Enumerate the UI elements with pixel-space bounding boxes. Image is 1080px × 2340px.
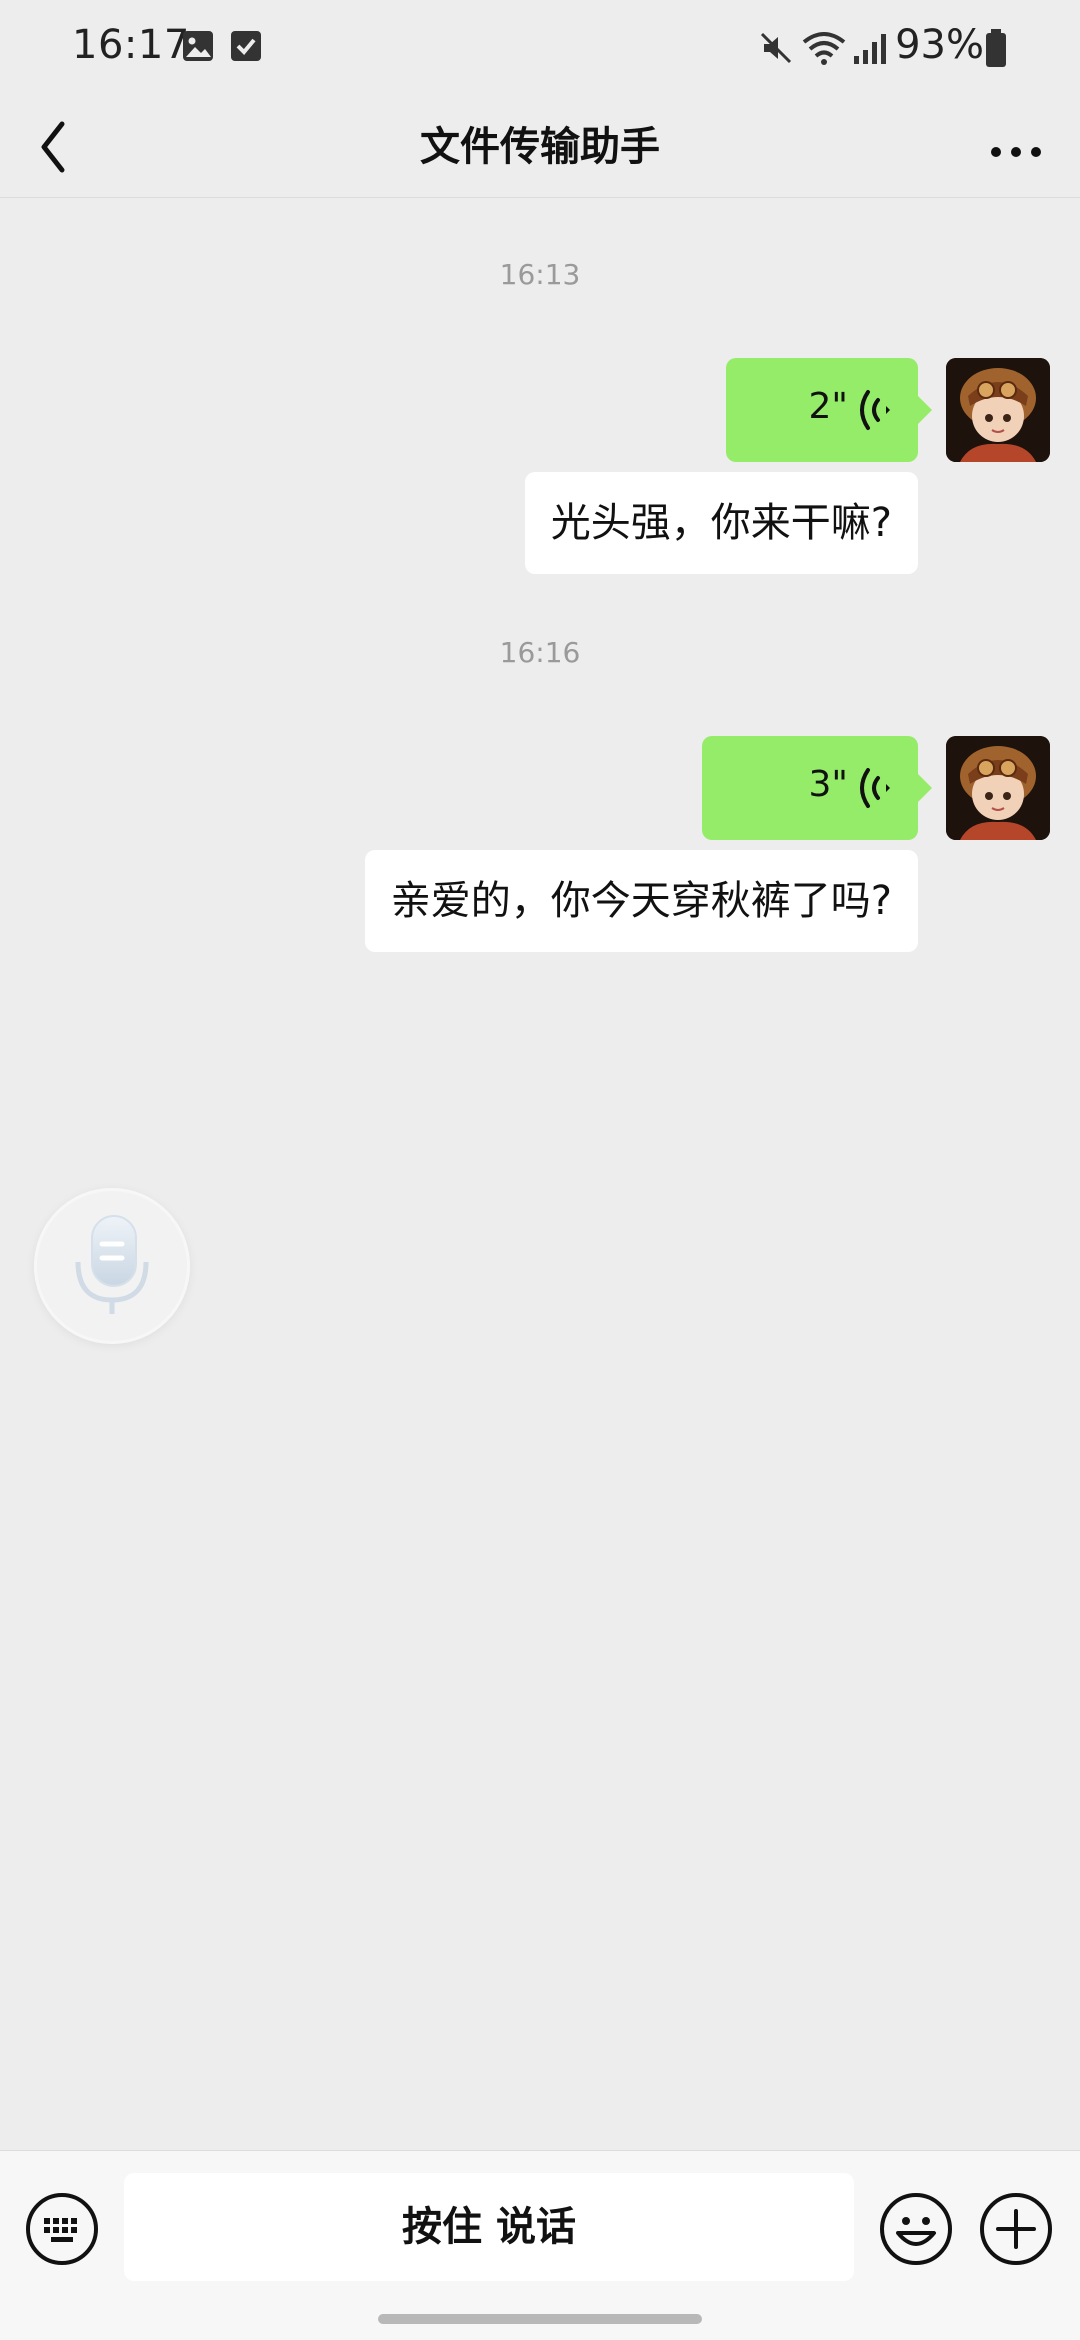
mute-icon xyxy=(760,32,792,64)
wifi-icon xyxy=(802,32,846,65)
status-time: 16:17 xyxy=(72,22,190,68)
home-indicator[interactable] xyxy=(378,2314,702,2324)
check-square-icon xyxy=(231,31,261,61)
voice-duration: 2" xyxy=(808,386,848,427)
signal-icon xyxy=(854,34,886,64)
voice-message[interactable]: 2" xyxy=(726,358,932,462)
text-message[interactable]: 光头强，你来干嘛? xyxy=(524,472,918,574)
timestamp: 16:16 xyxy=(499,636,581,669)
voice-duration: 3" xyxy=(808,764,848,805)
gallery-icon xyxy=(183,31,213,61)
voice-wave-icon xyxy=(860,768,890,808)
floating-mic-button[interactable] xyxy=(34,1188,190,1344)
nav-bar: 文件传输助手 xyxy=(0,96,1080,198)
avatar[interactable] xyxy=(946,358,1050,462)
input-bar: 按住 说话 xyxy=(0,2150,1080,2340)
battery-percent: 93% xyxy=(895,22,984,68)
avatar[interactable] xyxy=(946,736,1050,840)
chat-title: 文件传输助手 xyxy=(420,124,660,170)
battery-icon xyxy=(986,29,1006,67)
more-dots-icon[interactable] xyxy=(976,112,1056,182)
voice-wave-icon xyxy=(860,390,890,430)
keyboard-icon[interactable] xyxy=(24,2191,100,2267)
text-message[interactable]: 亲爱的，你今天穿秋裤了吗? xyxy=(364,850,918,952)
voice-message[interactable]: 3" xyxy=(702,736,932,840)
microphone-icon xyxy=(75,1215,149,1314)
emoji-icon[interactable] xyxy=(878,2191,954,2267)
hold-to-talk-button[interactable]: 按住 说话 xyxy=(124,2173,854,2281)
plus-circle-icon[interactable] xyxy=(978,2191,1054,2267)
timestamp: 16:13 xyxy=(499,258,581,291)
status-bar: 16:17 93% xyxy=(0,0,1080,96)
